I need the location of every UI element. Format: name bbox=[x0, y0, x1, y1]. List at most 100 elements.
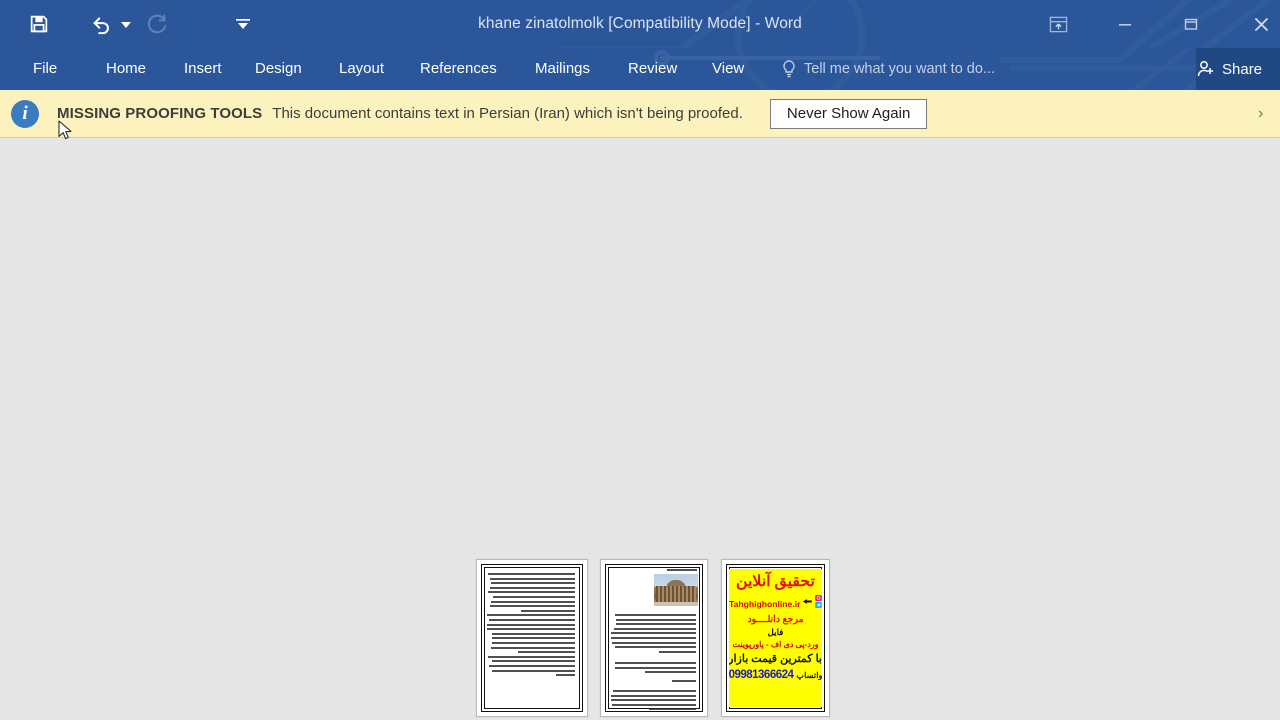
tab-design[interactable]: Design bbox=[249, 48, 308, 90]
page-2-heading-line bbox=[667, 569, 697, 571]
tab-view[interactable]: View bbox=[706, 48, 750, 90]
ad-brand-title: تحقیق آنلاین bbox=[729, 575, 822, 590]
page-1-text-line bbox=[490, 605, 575, 607]
page-1-text-line bbox=[488, 573, 575, 575]
page-1-text-line bbox=[488, 656, 575, 658]
restore-icon bbox=[1183, 16, 1199, 32]
redo-icon bbox=[145, 13, 167, 35]
undo-dropdown[interactable] bbox=[117, 0, 135, 48]
tab-file[interactable]: File bbox=[27, 48, 63, 90]
page-1-text-line bbox=[487, 614, 575, 616]
share-button[interactable]: Share bbox=[1196, 48, 1280, 90]
redo-button[interactable] bbox=[140, 0, 172, 48]
ad-phone-number: 09981366624 bbox=[729, 669, 793, 681]
page-1-text-line bbox=[491, 582, 575, 584]
share-label: Share bbox=[1222, 61, 1262, 78]
ad-reference-line: مرجع دانلــــود bbox=[729, 614, 822, 623]
page-2-text-line bbox=[615, 662, 696, 664]
ad-website-row: Tahghighonline.ir bbox=[729, 594, 822, 609]
page-1-text-line bbox=[518, 651, 575, 653]
undo-icon bbox=[91, 13, 113, 35]
info-icon: i bbox=[11, 100, 39, 128]
proofing-bar-title: MISSING PROOFING TOOLS bbox=[57, 105, 262, 122]
tell-me-placeholder: Tell me what you want to do... bbox=[804, 48, 995, 90]
telegram-icon bbox=[815, 602, 822, 608]
page-1-text-line bbox=[487, 624, 575, 626]
chevron-right-icon[interactable]: › bbox=[1258, 102, 1280, 126]
tab-insert[interactable]: Insert bbox=[178, 48, 228, 90]
restore-button[interactable] bbox=[1170, 6, 1212, 42]
persian-building-photo bbox=[654, 574, 698, 606]
ribbon-tab-bar: File Home Insert Design Layout Reference… bbox=[0, 48, 1280, 90]
page-2-text-line bbox=[672, 680, 696, 682]
customize-qat-icon bbox=[236, 18, 250, 30]
ad-price-line: با کمترین قیمت بازار bbox=[729, 654, 822, 665]
page-2-text-line bbox=[645, 671, 696, 673]
page-1-text-line bbox=[489, 619, 575, 621]
tell-me-search[interactable]: Tell me what you want to do... bbox=[782, 48, 995, 90]
ad-phone-row: واتساپ 09981366624 bbox=[729, 669, 822, 681]
ribbon-display-options-icon bbox=[1049, 15, 1068, 34]
document-canvas[interactable]: تحقیق آنلاین Tahghighonline.ir مرجع دانل… bbox=[0, 139, 1280, 720]
page-2-text-line bbox=[612, 704, 696, 706]
page-2-text-body bbox=[601, 560, 707, 716]
customize-quick-access-toolbar[interactable] bbox=[228, 0, 258, 48]
missing-proofing-tools-bar: i MISSING PROOFING TOOLS This document c… bbox=[0, 90, 1280, 138]
page-2-text-line bbox=[611, 632, 696, 634]
undo-button[interactable] bbox=[86, 0, 118, 48]
page-1-text-line bbox=[492, 633, 575, 635]
page-2-text-line bbox=[615, 667, 696, 669]
minimize-icon bbox=[1117, 16, 1133, 32]
page-2-text-line bbox=[611, 695, 696, 697]
page-2-text-line bbox=[613, 690, 696, 692]
title-bar-decoration bbox=[0, 0, 1280, 48]
page-2-text-line bbox=[615, 614, 696, 616]
ad-formats-line: ورد-پی دی اف - پاورپوینت bbox=[729, 641, 822, 649]
page-2-text-line bbox=[649, 708, 696, 710]
page-2-text-line bbox=[611, 637, 696, 639]
tab-layout[interactable]: Layout bbox=[333, 48, 390, 90]
page-2-text-line bbox=[614, 628, 696, 630]
left-arrow-icon bbox=[802, 597, 813, 606]
ribbon-display-options-button[interactable] bbox=[1036, 6, 1080, 42]
tab-home[interactable]: Home bbox=[100, 48, 152, 90]
photo-ground bbox=[654, 602, 698, 606]
page-1-text-line bbox=[490, 587, 575, 589]
page-thumbnail-3[interactable]: تحقیق آنلاین Tahghighonline.ir مرجع دانل… bbox=[721, 559, 830, 717]
close-icon bbox=[1253, 16, 1270, 33]
page-1-text-line bbox=[492, 670, 575, 672]
minimize-button[interactable] bbox=[1104, 6, 1146, 42]
page-1-text-body bbox=[477, 560, 587, 716]
page-2-text-line bbox=[615, 646, 696, 648]
page-1-text-line bbox=[488, 591, 575, 593]
ad-file-word: فایل bbox=[729, 628, 822, 637]
ad-website: Tahghighonline.ir bbox=[729, 599, 800, 609]
title-bar: khane zinatolmolk [Compatibility Mode] -… bbox=[0, 0, 1280, 48]
page-1-text-line bbox=[490, 578, 575, 580]
page-1-text-line bbox=[492, 660, 575, 662]
photo-facade bbox=[656, 586, 696, 602]
tab-review[interactable]: Review bbox=[622, 48, 683, 90]
page-1-text-line bbox=[491, 647, 575, 649]
page-2-text-line bbox=[616, 623, 696, 625]
proofing-bar-message: This document contains text in Persian (… bbox=[272, 105, 743, 122]
lightbulb-icon bbox=[782, 60, 796, 78]
page-thumbnail-1[interactable] bbox=[476, 559, 588, 717]
save-icon bbox=[28, 13, 50, 35]
page-1-text-line bbox=[491, 601, 575, 603]
page-1-text-line bbox=[493, 596, 575, 598]
tab-references[interactable]: References bbox=[414, 48, 503, 90]
page-thumbnail-2[interactable] bbox=[600, 559, 708, 717]
ad-whatsapp-label: واتساپ bbox=[796, 670, 822, 680]
ad-social-logos bbox=[815, 595, 822, 608]
close-button[interactable] bbox=[1240, 6, 1280, 42]
page-2-text-line bbox=[611, 699, 696, 701]
save-button[interactable] bbox=[24, 0, 54, 48]
document-title: khane zinatolmolk [Compatibility Mode] -… bbox=[0, 0, 1280, 48]
page-1-text-line bbox=[492, 642, 575, 644]
page-2-text-line bbox=[612, 642, 696, 644]
chevron-down-icon bbox=[121, 21, 131, 28]
never-show-again-button[interactable]: Never Show Again bbox=[770, 99, 927, 129]
tab-mailings[interactable]: Mailings bbox=[529, 48, 596, 90]
page-1-text-line bbox=[487, 628, 575, 630]
